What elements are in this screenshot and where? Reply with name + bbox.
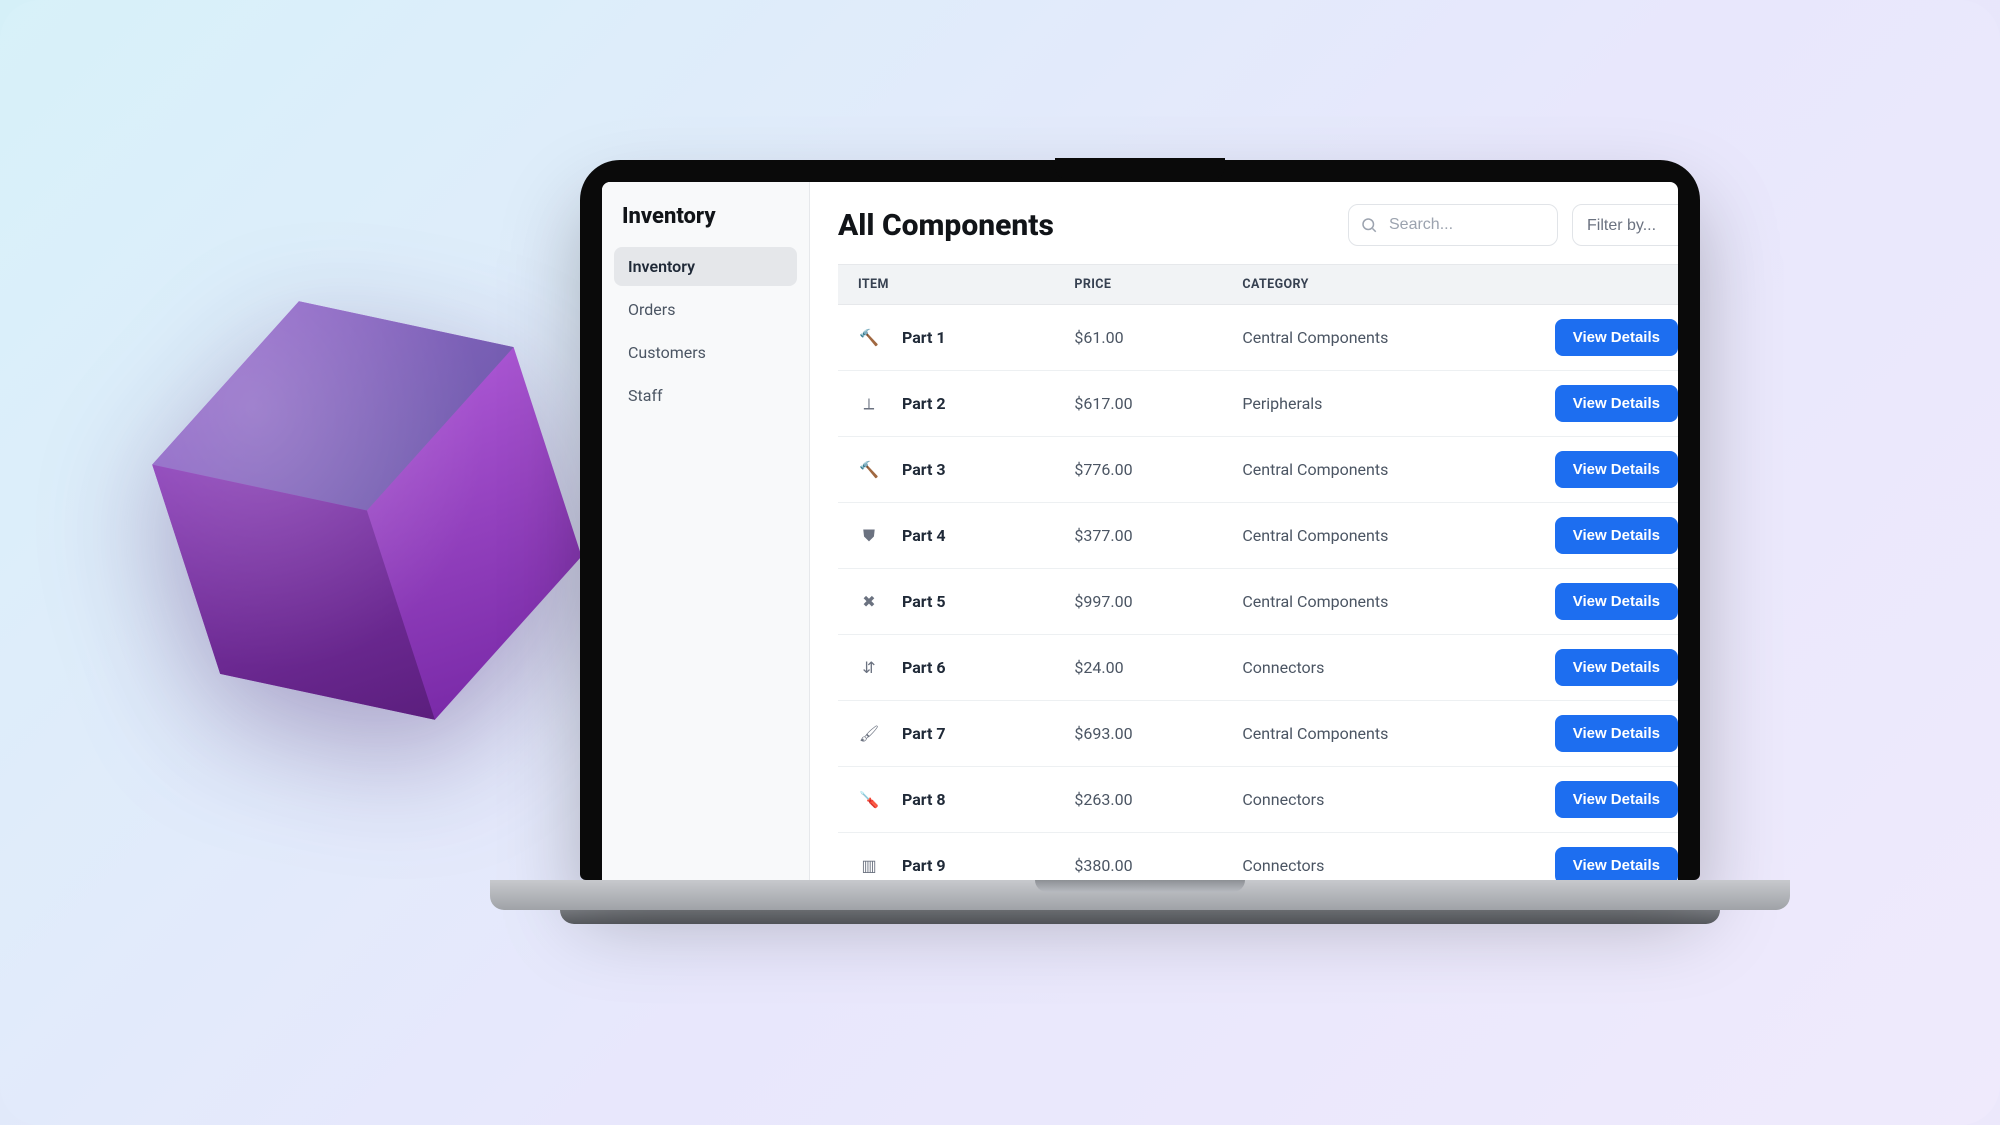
sidebar-item-staff[interactable]: Staff <box>614 376 797 415</box>
hammer-icon: 🔨 <box>858 327 880 349</box>
view-details-button[interactable]: View Details <box>1555 451 1678 488</box>
item-category: Connectors <box>1224 833 1476 881</box>
sliders-icon: ⇵ <box>858 657 880 679</box>
brush-icon: 🖌 <box>858 723 880 745</box>
item-price: $380.00 <box>1056 833 1224 881</box>
item-price: $263.00 <box>1056 767 1224 833</box>
table-row: ⛊ Part 4 $377.00Central Components View Det… <box>838 503 1678 569</box>
view-details-button[interactable]: View Details <box>1555 715 1678 752</box>
item-price: $997.00 <box>1056 569 1224 635</box>
sidebar-title: Inventory <box>614 204 797 247</box>
item-name: Part 5 <box>902 592 946 611</box>
sidebar-item-orders[interactable]: Orders <box>614 290 797 329</box>
item-name: Part 8 <box>902 790 946 809</box>
view-details-button[interactable]: View Details <box>1555 781 1678 818</box>
view-details-button[interactable]: View Details <box>1555 319 1678 356</box>
main-panel: All Components Filter by... <box>810 182 1678 880</box>
shield-icon: ⛊ <box>858 525 880 547</box>
item-name: Part 3 <box>902 460 946 479</box>
item-category: Central Components <box>1224 701 1476 767</box>
col-header-price: PRICE <box>1056 265 1224 305</box>
laptop-frame: Inventory InventoryOrdersCustomersStaff … <box>490 160 1790 924</box>
table-row: 🪛 Part 8 $263.00Connectors View Details <box>838 767 1678 833</box>
item-category: Central Components <box>1224 569 1476 635</box>
filter-select[interactable]: Filter by... <box>1572 204 1678 246</box>
col-header-item: ITEM <box>838 265 1056 305</box>
view-details-button[interactable]: View Details <box>1555 649 1678 686</box>
item-name: Part 6 <box>902 658 946 677</box>
item-category: Central Components <box>1224 437 1476 503</box>
topbar: All Components Filter by... <box>838 204 1678 246</box>
crossbones-icon: ✖ <box>858 591 880 613</box>
item-category: Central Components <box>1224 305 1476 371</box>
table-row: 🖌 Part 7 $693.00Central Components View Det… <box>838 701 1678 767</box>
item-category: Connectors <box>1224 767 1476 833</box>
item-price: $693.00 <box>1056 701 1224 767</box>
item-name: Part 9 <box>902 856 946 875</box>
item-name: Part 4 <box>902 526 946 545</box>
item-price: $377.00 <box>1056 503 1224 569</box>
search-input[interactable] <box>1348 204 1558 246</box>
page-title: All Components <box>838 208 1334 243</box>
item-category: Peripherals <box>1224 371 1476 437</box>
col-header-action <box>1476 265 1678 305</box>
view-details-button[interactable]: View Details <box>1555 517 1678 554</box>
sidebar: Inventory Inventory Orders Customers Staff <box>602 182 810 880</box>
table-row: 🔨 Part 1 $61.00Central Components View Deta… <box>838 305 1678 371</box>
view-details-button[interactable]: View Details <box>1555 385 1678 422</box>
item-category: Central Components <box>1224 503 1476 569</box>
view-details-button[interactable]: View Details <box>1555 583 1678 620</box>
table-row: 🔨 Part 3 $776.00Central Components View Det… <box>838 437 1678 503</box>
item-category: Connectors <box>1224 635 1476 701</box>
search-wrap <box>1348 204 1558 246</box>
item-price: $776.00 <box>1056 437 1224 503</box>
antenna-icon: ⟂ <box>858 393 880 415</box>
table-row: ⇵ Part 6 $24.00Connectors View Details <box>838 635 1678 701</box>
table-row: ✖ Part 5 $997.00Central Components View Det… <box>838 569 1678 635</box>
bars-icon: ▥ <box>858 855 880 877</box>
item-name: Part 7 <box>902 724 946 743</box>
item-price: $617.00 <box>1056 371 1224 437</box>
mallet-icon: 🔨 <box>858 459 880 481</box>
item-price: $24.00 <box>1056 635 1224 701</box>
search-icon <box>1360 216 1378 234</box>
app-screen: Inventory InventoryOrdersCustomersStaff … <box>602 182 1678 880</box>
view-details-button[interactable]: View Details <box>1555 847 1678 880</box>
sidebar-item-customers[interactable]: Customers <box>614 333 797 372</box>
table-row: ⟂ Part 2 $617.00Peripherals View Details <box>838 371 1678 437</box>
table-row: ▥ Part 9 $380.00Connectors View Details <box>838 833 1678 881</box>
screwdriver-icon: 🪛 <box>858 789 880 811</box>
item-price: $61.00 <box>1056 305 1224 371</box>
item-name: Part 1 <box>902 328 946 347</box>
sidebar-item-inventory[interactable]: Inventory <box>614 247 797 286</box>
components-table: ITEM PRICE CATEGORY 🔨Part 1$61.00Central… <box>838 264 1678 880</box>
col-header-category: CATEGORY <box>1224 265 1476 305</box>
item-name: Part 2 <box>902 394 946 413</box>
